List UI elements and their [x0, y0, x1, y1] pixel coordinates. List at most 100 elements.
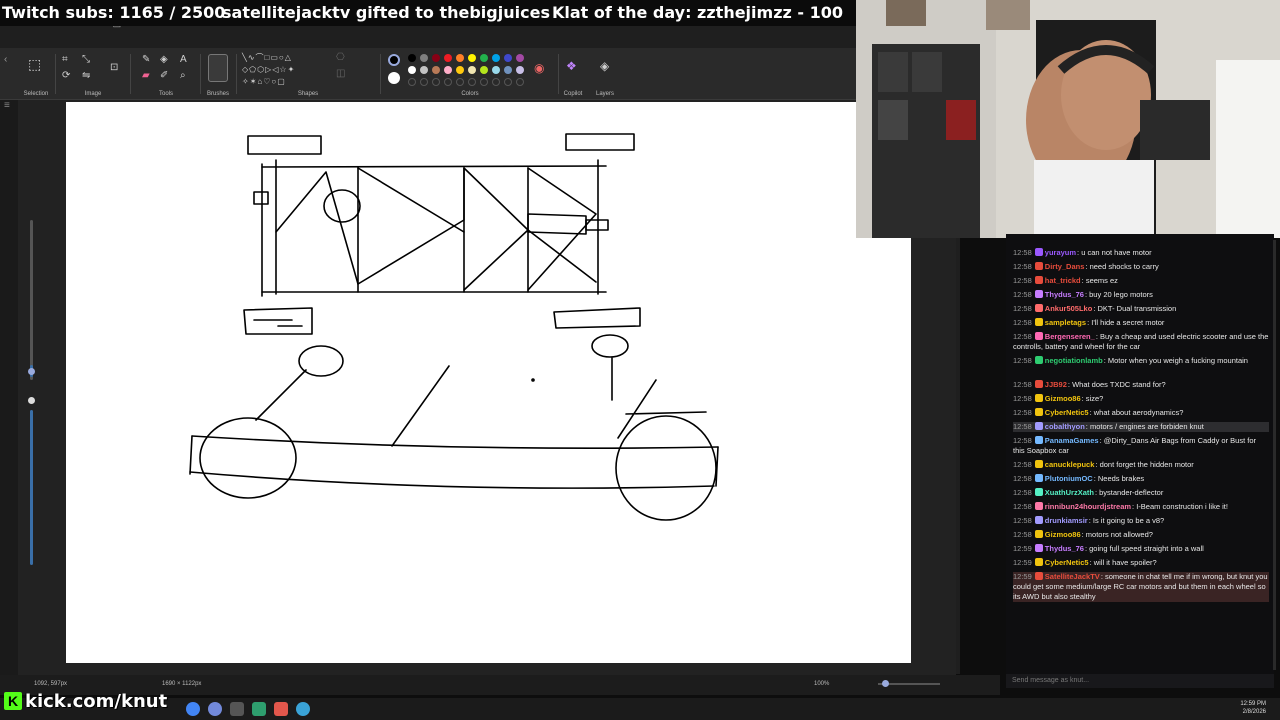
chat-username[interactable]: Thydus_76 [1045, 290, 1084, 299]
color-swatch[interactable] [420, 54, 428, 62]
chat-username[interactable]: JJB92 [1045, 380, 1067, 389]
custom-color-slot[interactable] [456, 78, 464, 86]
brush-icon[interactable] [208, 54, 228, 82]
brush-size-thumb[interactable] [28, 368, 35, 375]
chat-username[interactable]: sampletags [1045, 318, 1086, 327]
menu-icon[interactable]: ≡ [4, 100, 10, 112]
flip-icon[interactable]: ⇋ [82, 70, 90, 82]
color-swatch[interactable] [432, 54, 440, 62]
color-swatch[interactable] [432, 66, 440, 74]
chat-username[interactable]: SatelliteJackTV [1045, 572, 1100, 581]
rotate-icon[interactable]: ⟳ [62, 70, 70, 82]
discord-icon[interactable] [208, 702, 222, 716]
shapes-group: ╲∿⌒□▭○△ ◇⬠⬡▷◁☆✦ ✧✶⌂♡○▢ ⎔ ◫ Shapes [240, 48, 376, 100]
chat-username[interactable]: XuathUrzXath [1045, 488, 1094, 497]
color-swatch[interactable] [480, 54, 488, 62]
chat-username[interactable]: cobalthyon [1045, 422, 1085, 431]
primary-color[interactable] [388, 54, 400, 66]
color-swatch[interactable] [492, 66, 500, 74]
custom-color-slot[interactable] [480, 78, 488, 86]
color-swatch[interactable] [468, 66, 476, 74]
app2-icon[interactable] [274, 702, 288, 716]
zoom-thumb[interactable] [882, 680, 889, 687]
eraser-icon[interactable]: ▰ [142, 70, 150, 82]
image-select-icon[interactable]: ⊡ [110, 62, 118, 74]
drawing-canvas[interactable] [66, 102, 911, 663]
chat-scrollbar[interactable] [1273, 240, 1276, 670]
edit-colors-icon[interactable]: ◉ [534, 62, 544, 74]
color-swatch[interactable] [444, 66, 452, 74]
opacity-slider[interactable] [30, 410, 33, 565]
custom-color-slot[interactable] [492, 78, 500, 86]
layers-icon[interactable]: ◈ [600, 60, 609, 72]
chat-username[interactable]: yurayum [1045, 248, 1076, 257]
brush-size-slider[interactable] [30, 220, 33, 380]
color-swatch[interactable] [468, 54, 476, 62]
selection-icon[interactable]: ⬚ [28, 57, 41, 71]
chat-username[interactable]: PanamaGames [1045, 436, 1099, 445]
chrome-icon[interactable] [186, 702, 200, 716]
resize-icon[interactable]: ⤡ [82, 54, 90, 66]
picker-icon[interactable]: ✐ [160, 70, 168, 82]
prev-icon[interactable]: ‹ [4, 54, 7, 66]
custom-color-slot[interactable] [420, 78, 428, 86]
color-swatch[interactable] [480, 66, 488, 74]
chat-username[interactable]: negotiationlamb [1045, 356, 1103, 365]
custom-color-slot[interactable] [516, 78, 524, 86]
outline-icon[interactable]: ⎔ [336, 52, 345, 64]
paint-app-icon[interactable] [296, 702, 310, 716]
chat-username[interactable]: Ankur505Lko [1045, 304, 1093, 313]
chat-username[interactable]: CyberNetic5 [1045, 558, 1089, 567]
color-swatch[interactable] [492, 54, 500, 62]
custom-color-slot[interactable] [408, 78, 416, 86]
user-badge-icon [1034, 558, 1043, 566]
fill-icon[interactable]: ◈ [160, 54, 168, 66]
chat-username[interactable]: Thydus_76 [1045, 544, 1084, 553]
chat-username[interactable]: CyberNetic5 [1045, 408, 1089, 417]
shapes-row-2-icon[interactable]: ◇⬠⬡▷◁☆✦ [242, 64, 295, 76]
chat-username[interactable]: hat_trickd [1045, 276, 1081, 285]
chat-username[interactable]: canucklepuck [1045, 460, 1095, 469]
color-swatch[interactable] [516, 54, 524, 62]
magnifier-icon[interactable]: ⌕ [180, 70, 186, 82]
colors-label: Colors [461, 91, 479, 97]
user-badge-icon [1034, 488, 1043, 496]
opacity-thumb[interactable] [28, 397, 35, 404]
custom-color-slot[interactable] [504, 78, 512, 86]
chat-username[interactable]: Gizmoo86 [1045, 530, 1081, 539]
color-swatch[interactable] [420, 66, 428, 74]
chat-message: 12:58 Thydus_76: buy 20 lego motors [1013, 290, 1269, 300]
chat-username[interactable]: rinnibun24hourdjstream [1045, 502, 1131, 511]
fill-style-icon[interactable]: ◫ [336, 68, 345, 80]
chat-message: 12:59 SatelliteJackTV: someone in chat te… [1013, 572, 1269, 602]
color-swatch[interactable] [504, 66, 512, 74]
shapes-row-3-icon[interactable]: ✧✶⌂♡○▢ [242, 76, 286, 88]
color-swatch[interactable] [516, 66, 524, 74]
color-swatch[interactable] [408, 66, 416, 74]
chat-username[interactable]: Gizmoo86 [1045, 394, 1081, 403]
color-swatch[interactable] [444, 54, 452, 62]
spreadsheet-icon[interactable] [252, 702, 266, 716]
secondary-color[interactable] [388, 72, 400, 84]
crop-icon[interactable]: ⌗ [62, 54, 68, 66]
custom-color-slot[interactable] [468, 78, 476, 86]
custom-color-slot[interactable] [444, 78, 452, 86]
copilot-icon[interactable]: ❖ [566, 60, 577, 72]
pencil-icon[interactable]: ✎ [142, 54, 150, 66]
color-swatch[interactable] [456, 54, 464, 62]
chat-input[interactable]: Send message as knut... [1006, 674, 1274, 688]
color-swatch[interactable] [456, 66, 464, 74]
chat-text: going full speed straight into a wall [1089, 544, 1204, 553]
chat-username[interactable]: drunkiamsir [1045, 516, 1088, 525]
user-badge-icon [1034, 356, 1043, 364]
chat-username[interactable]: Bergenseren_ [1045, 332, 1095, 341]
shapes-row-1-icon[interactable]: ╲∿⌒□▭○△ [242, 52, 292, 64]
zoom-level[interactable]: 100% [814, 681, 829, 687]
custom-color-slot[interactable] [432, 78, 440, 86]
text-icon[interactable]: A [180, 54, 187, 66]
chat-username[interactable]: PlutoniumOC [1045, 474, 1093, 483]
app-icon[interactable] [230, 702, 244, 716]
chat-username[interactable]: Dirty_Dans [1045, 262, 1085, 271]
color-swatch[interactable] [408, 54, 416, 62]
color-swatch[interactable] [504, 54, 512, 62]
